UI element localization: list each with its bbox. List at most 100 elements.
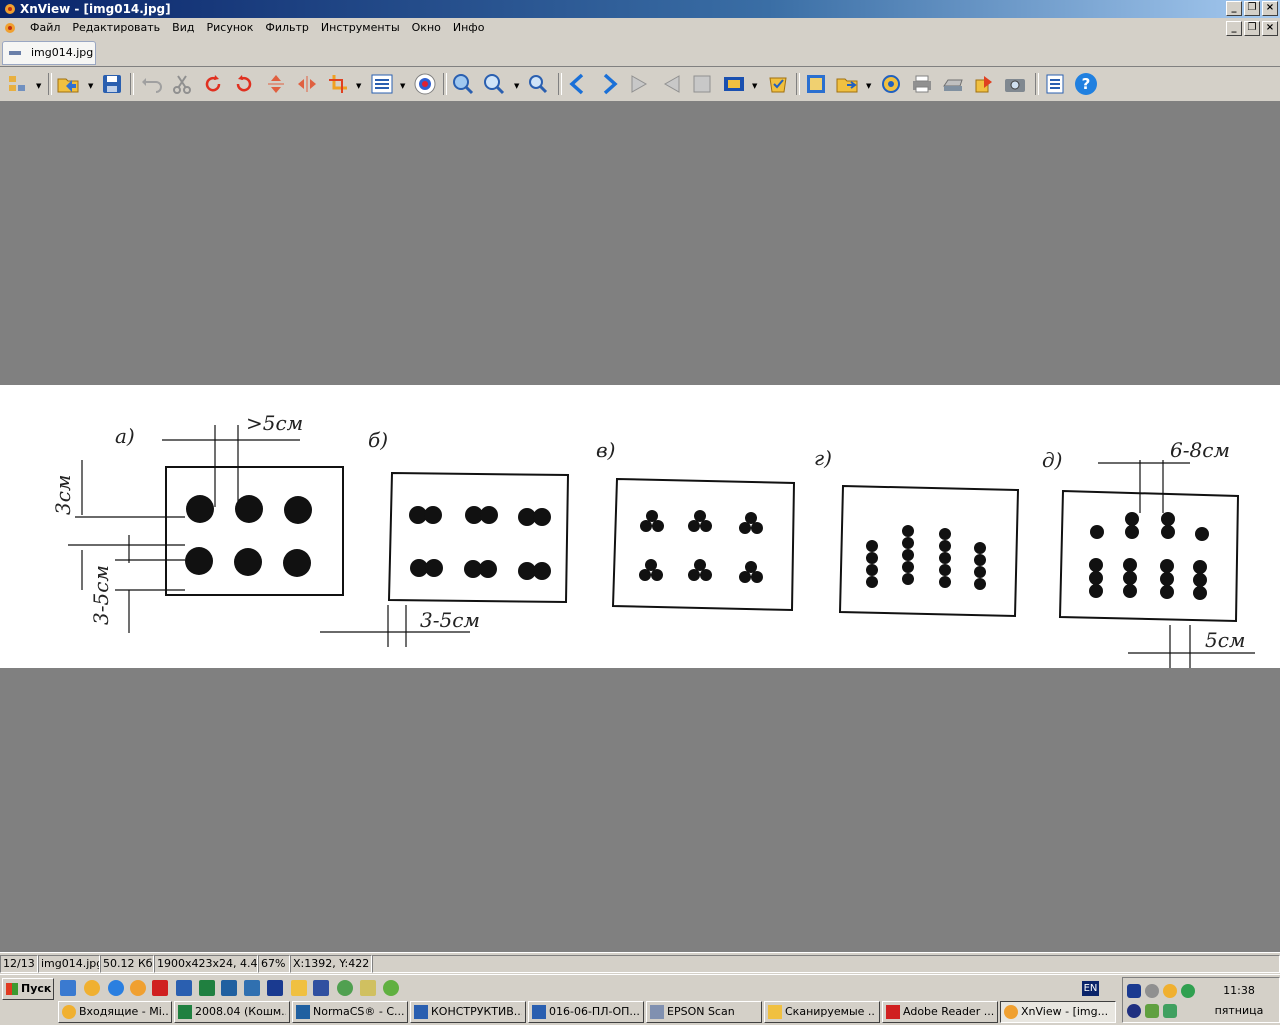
image-viewer[interactable]: а) б) в) г) д) >5см 3см 3-5см 3-5см 6-8с… [0,102,1280,952]
help-icon[interactable]: ? [1074,72,1098,96]
task-excel[interactable]: 2008.04 (Кошм... [174,1001,290,1023]
language-indicator[interactable]: EN [1082,981,1099,996]
menu-edit[interactable]: Редактировать [66,18,166,38]
tray-cd-icon[interactable] [1145,984,1159,998]
tray-antivirus-icon[interactable] [1127,1004,1141,1018]
filmstrip-icon[interactable] [722,72,746,96]
status-bar: 12/13 img014.jpg 50.12 Кб 1900x423x24, 4… [0,952,1280,973]
flip-vertical-icon[interactable] [264,72,288,96]
menu-image[interactable]: Рисунок [200,18,259,38]
tray-clock-icon[interactable] [1163,984,1177,998]
tray-green-icon[interactable] [1181,984,1195,998]
chevron-down-icon[interactable]: ▼ [88,82,93,90]
epson-icon [650,1005,664,1019]
batch-icon[interactable] [835,72,859,96]
adjust-icon[interactable] [370,72,394,96]
print-icon[interactable] [910,72,934,96]
status-filesize: 50.12 Кб [100,955,154,973]
status-zoom: 67% [258,955,290,973]
excel-icon[interactable] [199,980,215,996]
show-desktop-icon[interactable] [60,980,76,996]
xnview-icon[interactable] [130,980,146,996]
task-konstruktiv[interactable]: КОНСТРУКТИВ... [410,1001,526,1023]
restore-button[interactable]: ❐ [1244,1,1260,16]
doc-close-button[interactable]: × [1262,21,1278,36]
tray-disk-icon[interactable] [1127,984,1141,998]
word-icon[interactable] [176,980,192,996]
menu-file[interactable]: Файл [24,18,66,38]
menu-info[interactable]: Инфо [447,18,491,38]
tab-img014[interactable]: img014.jpg [2,41,96,65]
chevron-down-icon[interactable]: ▼ [36,82,41,90]
properties-icon[interactable] [879,72,903,96]
app-icon[interactable] [244,980,260,996]
chevron-down-icon[interactable]: ▼ [400,82,405,90]
chevron-down-icon[interactable]: ▼ [514,82,519,90]
cut-icon[interactable] [170,72,194,96]
clock[interactable]: 11:38 [1209,984,1269,997]
zoom-fit-icon[interactable] [526,72,550,96]
crop-icon[interactable] [326,72,350,96]
task-adobe[interactable]: Adobe Reader ... [882,1001,998,1023]
fullscreen-icon[interactable] [690,72,714,96]
doc-minimize-button[interactable]: _ [1226,21,1242,36]
task-epson[interactable]: EPSON Scan [646,1001,762,1023]
undo-icon[interactable] [140,72,164,96]
rotate-left-icon[interactable] [201,72,225,96]
scanner-small-icon[interactable] [360,980,376,996]
rotate-right-icon[interactable] [232,72,256,96]
chevron-down-icon[interactable]: ▼ [356,82,361,90]
menu-view[interactable]: Вид [166,18,200,38]
menu-bar: Файл Редактировать Вид Рисунок Фильтр Ин… [0,18,1280,38]
chevron-down-icon[interactable]: ▼ [752,82,757,90]
task-normacs[interactable]: NormaCS® - С... [292,1001,408,1023]
folder-icon[interactable] [291,980,307,996]
next-icon[interactable] [597,72,621,96]
export-icon[interactable] [972,72,996,96]
chevron-down-icon[interactable]: ▼ [866,82,871,90]
browser-icon[interactable] [6,72,30,96]
save-icon[interactable] [100,72,124,96]
close-button[interactable]: × [1262,1,1278,16]
status-filename: img014.jpg [38,955,100,973]
minimize-button[interactable]: _ [1226,1,1242,16]
tray-network-icon[interactable] [1163,1004,1177,1018]
capture-icon[interactable] [1003,72,1027,96]
doc-restore-button[interactable]: ❐ [1244,21,1260,36]
task-inbox[interactable]: Входящие - Mi... [58,1001,172,1023]
task-xnview[interactable]: XnView - [img... [1000,1001,1116,1023]
document-tabs: img014.jpg [0,40,1280,67]
outlook-icon [62,1005,76,1019]
first-icon[interactable] [628,72,652,96]
network-icon[interactable] [313,980,329,996]
last-icon[interactable] [659,72,683,96]
label-e: д) [1042,448,1062,472]
menu-window[interactable]: Окно [406,18,447,38]
document-icon[interactable] [3,21,17,35]
tray-speaker-icon[interactable] [1145,1004,1159,1018]
zoom-in-icon[interactable] [451,72,475,96]
flip-horizontal-icon[interactable] [295,72,319,96]
task-folder[interactable]: Сканируемые ... [764,1001,880,1023]
internet-explorer-icon[interactable] [108,980,124,996]
normacs-icon[interactable] [221,980,237,996]
normacs-icon [296,1005,310,1019]
acrobat-icon[interactable] [152,980,168,996]
zoom-out-icon[interactable] [482,72,506,96]
options-icon[interactable] [1043,72,1067,96]
task-016[interactable]: 016-06-ПЛ-ОП... [528,1001,644,1023]
convert-icon[interactable] [804,72,828,96]
cd-icon[interactable] [337,980,353,996]
displayed-image[interactable]: а) б) в) г) д) >5см 3см 3-5см 3-5см 6-8с… [0,385,1280,668]
previous-icon[interactable] [566,72,590,96]
menu-tools[interactable]: Инструменты [315,18,406,38]
green-app-icon[interactable] [383,980,399,996]
open-icon[interactable] [56,72,80,96]
scanner-icon[interactable] [941,72,965,96]
outlook-icon[interactable] [84,980,100,996]
save-disk-icon[interactable] [267,980,283,996]
menu-filter[interactable]: Фильтр [259,18,315,38]
start-button[interactable]: Пуск [2,978,54,1000]
color-balance-icon[interactable] [413,72,437,96]
slideshow-icon[interactable] [766,72,790,96]
